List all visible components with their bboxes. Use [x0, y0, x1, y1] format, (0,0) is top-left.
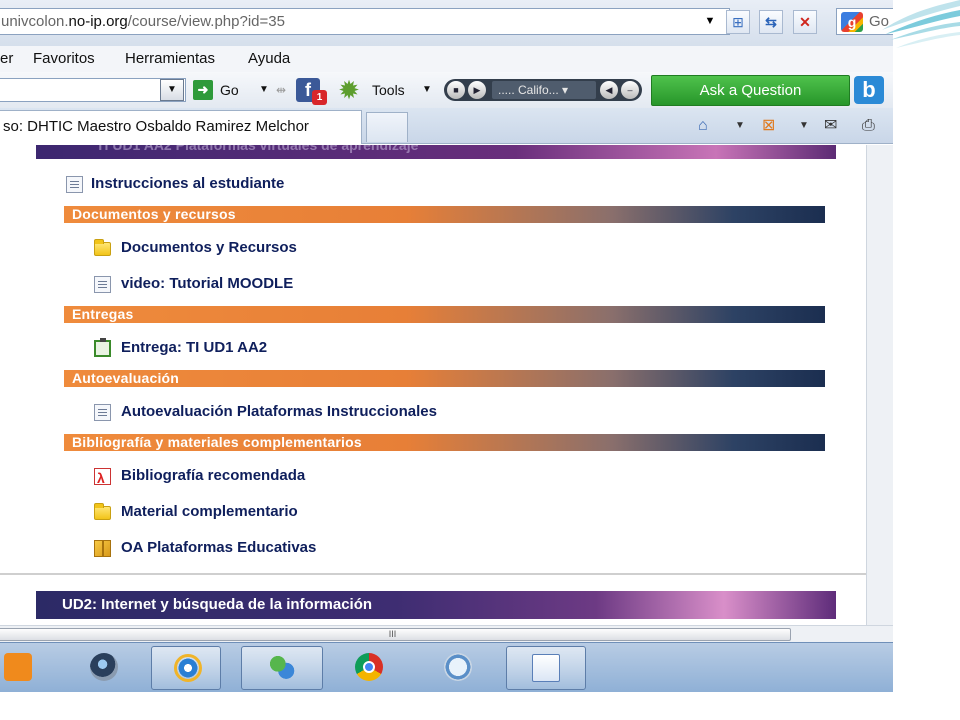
menu-item-herramientas[interactable]: Herramientas — [125, 46, 215, 72]
go-arrow-icon[interactable]: ➜ — [193, 80, 213, 100]
list-item-label[interactable]: Documentos y Recursos — [121, 237, 297, 259]
vertical-scrollbar[interactable] — [866, 145, 893, 625]
list-item-label[interactable]: Entrega: TI UD1 AA2 — [121, 337, 267, 359]
toolbar-search-dropdown-icon[interactable]: ▼ — [160, 79, 184, 101]
media-menu-icon[interactable]: – — [621, 81, 639, 99]
chrome-center-icon — [363, 661, 375, 673]
intro-item-label[interactable]: Instrucciones al estudiante — [91, 173, 284, 195]
home-icon[interactable]: ⌂ — [698, 114, 708, 138]
section-divider — [0, 573, 866, 575]
address-row: univcolon.no-ip.org/course/view.php?id=3… — [0, 0, 893, 46]
folder-icon — [94, 239, 111, 256]
taskbar-media-player[interactable] — [0, 646, 34, 690]
address-prefix: univcolon. — [1, 13, 69, 30]
stop-icon[interactable]: ✕ — [793, 10, 817, 34]
media-track-select[interactable]: ..... Califo... ▾ — [492, 81, 596, 99]
facebook-notification-badge: 1 — [312, 90, 327, 105]
menu-item-ayuda[interactable]: Ayuda — [248, 46, 290, 72]
feeds-icon[interactable]: ⊠ — [762, 114, 775, 138]
list-item-label[interactable]: Autoevaluación Plataformas Instruccional… — [121, 401, 437, 423]
browser-window: univcolon.no-ip.org/course/view.php?id=3… — [0, 0, 893, 692]
taskbar — [0, 642, 893, 692]
list-item-label[interactable]: Bibliografía recomendada — [121, 465, 305, 487]
tab-course[interactable]: so: DHTIC Maestro Osbaldo Ramirez Melcho… — [0, 110, 362, 144]
webcam-icon — [90, 653, 118, 681]
home-dropdown-icon[interactable]: ▼ — [735, 114, 745, 138]
section-documentos-y-recursos: Documentos y recursos — [64, 206, 825, 223]
toolbar: ▼ ➜ Go ▼ ⇹ f 1 ✹ Tools ▼ ■ ▶ ..... Calif… — [0, 72, 893, 108]
refresh-icon[interactable]: ⇆ — [759, 10, 783, 34]
safari-icon — [444, 653, 472, 681]
go-button-label[interactable]: Go — [220, 72, 239, 108]
list-item-label[interactable]: Material complementario — [121, 501, 298, 523]
tools-button-label[interactable]: Tools — [372, 72, 405, 108]
unit1-header-title: TI UD1 AA2 Plataformas virtuales de apre… — [96, 145, 419, 153]
folder-icon — [94, 503, 111, 520]
horizontal-scroll-thumb[interactable]: III — [0, 628, 791, 641]
pdf-icon — [94, 467, 111, 489]
media-player-bar: ■ ▶ ..... Califo... ▾ ◀ – — [444, 79, 642, 101]
section-bibliografia: Bibliografía y materiales complementario… — [64, 434, 825, 451]
media-track-label: ..... Califo... — [498, 83, 559, 97]
assignment-icon — [94, 338, 111, 357]
section-autoevaluacion: Autoevaluación — [64, 370, 825, 387]
word-document-icon — [532, 654, 560, 682]
course-page: TI UD1 AA2 Plataformas virtuales de apre… — [0, 145, 866, 625]
media-stop-icon[interactable]: ■ — [447, 81, 465, 99]
media-player-icon — [4, 653, 32, 681]
tools-dropdown-icon[interactable]: ▼ — [422, 72, 432, 108]
media-volume-icon[interactable]: ◀ — [600, 81, 618, 99]
taskbar-chrome[interactable] — [333, 646, 403, 690]
taskbar-messenger[interactable] — [241, 646, 323, 690]
media-play-icon[interactable]: ▶ — [468, 81, 486, 99]
print-icon[interactable]: ⎙ — [862, 114, 875, 138]
taskbar-internet-explorer[interactable] — [151, 646, 221, 690]
bing-icon[interactable]: b — [854, 76, 884, 104]
feeds-dropdown-icon[interactable]: ▼ — [799, 114, 809, 138]
address-path: /course/view.php?id=35 — [127, 13, 285, 30]
document-icon — [94, 276, 111, 293]
address-dropdown-icon[interactable]: ▼ — [698, 10, 722, 34]
toolbar-search-input[interactable] — [0, 78, 186, 102]
taskbar-safari[interactable] — [422, 646, 492, 690]
unit1-header: TI UD1 AA2 Plataformas virtuales de apre… — [36, 145, 836, 159]
tab-strip: so: DHTIC Maestro Osbaldo Ramirez Melcho… — [0, 108, 893, 144]
address-bar[interactable]: univcolon.no-ip.org/course/view.php?id=3… — [0, 8, 730, 35]
new-tab-button[interactable] — [366, 112, 408, 142]
unit2-header[interactable]: UD2: Internet y búsqueda de la informaci… — [36, 591, 836, 619]
document-icon — [66, 176, 83, 193]
slide-swoosh-decoration — [882, 0, 960, 48]
section-entregas: Entregas — [64, 306, 825, 323]
compatibility-view-icon[interactable]: ⊞ — [726, 10, 750, 34]
go-dropdown-icon[interactable]: ▼ — [259, 72, 269, 108]
ask-a-question-button[interactable]: Ask a Question — [651, 75, 850, 106]
horizontal-scrollbar[interactable]: III — [0, 625, 893, 642]
list-item-label[interactable]: OA Plataformas Educativas — [121, 537, 316, 559]
gear-icon[interactable]: ✹ — [334, 76, 364, 104]
menu-bar: er Favoritos Herramientas Ayuda — [0, 46, 893, 72]
address-host: no-ip.org — [68, 13, 128, 30]
chrome-icon — [355, 653, 383, 681]
messenger-icon — [268, 654, 296, 682]
toolbar-separator-icon: ⇹ — [276, 83, 287, 97]
list-item-label[interactable]: video: Tutorial MOODLE — [121, 273, 293, 295]
package-icon — [94, 540, 111, 557]
internet-explorer-icon — [174, 654, 202, 682]
mail-icon[interactable]: ✉ — [824, 114, 837, 138]
taskbar-webcam[interactable] — [68, 646, 138, 690]
google-search-icon: g — [841, 12, 863, 32]
menu-item-ver[interactable]: er — [0, 46, 13, 72]
menu-item-favoritos[interactable]: Favoritos — [33, 46, 95, 72]
document-icon — [94, 404, 111, 421]
taskbar-word[interactable] — [506, 646, 586, 690]
